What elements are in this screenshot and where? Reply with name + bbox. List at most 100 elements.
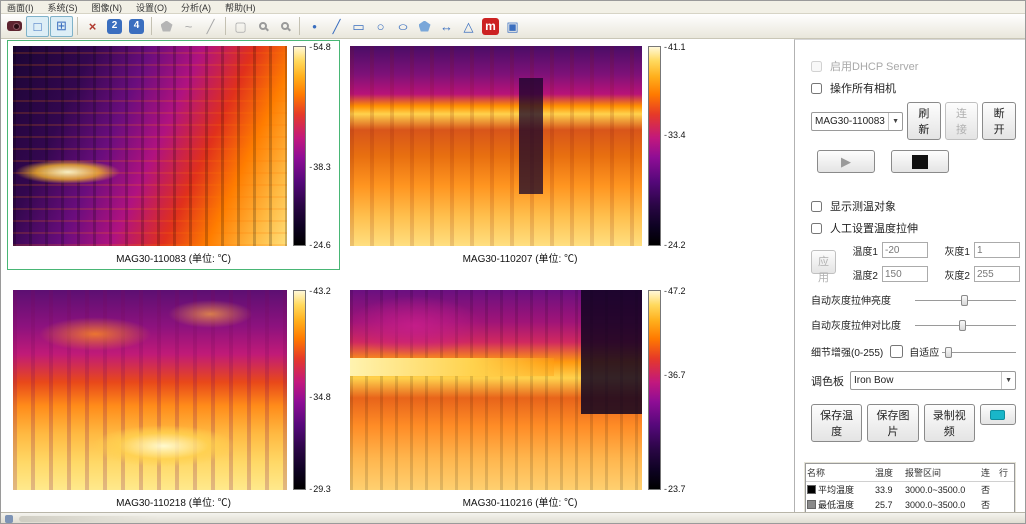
control-panel: 启用DHCP Server 操作所有相机 MAG30-110083 (19 ▼ … <box>794 39 1026 512</box>
temp1-label: 温度1 <box>844 243 878 258</box>
scale-min: 29.3 <box>309 484 331 494</box>
colorbar-1 <box>293 46 306 246</box>
chevron-down-icon: ▼ <box>1001 372 1012 389</box>
menu-bar: 画面(I) 系统(S) 图像(N) 设置(O) 分析(A) 帮助(H) <box>1 1 1025 14</box>
apply-button[interactable]: 应用 <box>811 250 836 274</box>
menu-system[interactable]: 系统(S) <box>48 1 78 14</box>
record-icon-button[interactable] <box>980 404 1016 425</box>
menu-help[interactable]: 帮助(H) <box>225 1 256 14</box>
zoom-out-icon[interactable] <box>274 16 295 36</box>
stop-button[interactable] <box>891 150 949 173</box>
line-tool-icon[interactable]: ╱ <box>326 16 347 36</box>
all-cameras-checkbox[interactable] <box>811 83 822 94</box>
thermal-image-3[interactable] <box>13 290 287 490</box>
camera-label-3: MAG30-110218 (单位: ℃) <box>8 494 339 509</box>
camera-label-2: MAG30-110207 (单位: ℃) <box>345 250 695 265</box>
camera-select[interactable]: MAG30-110083 (19 ▼ <box>811 112 903 131</box>
scale-min: 23.7 <box>664 484 686 494</box>
scale-max: 47.2 <box>664 286 686 296</box>
temp1-field[interactable] <box>882 242 928 258</box>
arrow-tool-icon[interactable]: ↔ <box>436 16 457 36</box>
status-icon <box>5 515 13 523</box>
gray2-label: 灰度2 <box>936 267 970 282</box>
color-swatch <box>807 500 816 509</box>
dhcp-label: 启用DHCP Server <box>830 58 918 74</box>
scale-mid: 38.3 <box>309 162 331 172</box>
ellipse-tool-icon[interactable]: ○ <box>392 16 413 36</box>
app-window: 画面(I) 系统(S) 图像(N) 设置(O) 分析(A) 帮助(H) □ ⊞ … <box>0 0 1026 524</box>
connect-button[interactable]: 连接 <box>945 102 979 140</box>
play-button[interactable]: ▶ <box>817 150 875 173</box>
record-icon <box>990 410 1005 420</box>
table-row[interactable]: 平均温度 33.9 3000.0~3500.0 否 <box>806 482 1014 498</box>
detail-slider[interactable] <box>942 346 1016 358</box>
gray1-field[interactable] <box>974 242 1020 258</box>
scale-min: 24.6 <box>309 240 331 250</box>
col-temp: 温度 <box>874 464 904 482</box>
table-row[interactable]: 最低温度 25.7 3000.0~3500.0 否 <box>806 497 1014 512</box>
fullscreen-icon[interactable]: × <box>82 16 103 36</box>
rect-tool-icon[interactable]: ▭ <box>348 16 369 36</box>
menu-screen[interactable]: 画面(I) <box>7 1 34 14</box>
thermal-panel-2[interactable]: 41.1 33.4 24.2 MAG30-110207 (单位: ℃) <box>345 41 695 269</box>
thermal-image-1[interactable] <box>13 46 287 246</box>
col-flag1: 连 <box>980 464 998 482</box>
view-quad-icon[interactable]: ⊞ <box>50 16 73 37</box>
scale-mid: 33.4 <box>664 130 686 140</box>
point-tool-icon[interactable]: • <box>304 16 325 36</box>
circle-tool-icon[interactable]: ○ <box>370 16 391 36</box>
thermal-panel-4[interactable]: 47.2 36.7 23.7 MAG30-110216 (单位: ℃) <box>345 285 695 512</box>
thermal-image-2[interactable] <box>350 46 642 246</box>
snapshot-icon[interactable]: ▣ <box>502 16 523 36</box>
four-window-icon[interactable]: 4 <box>126 16 147 36</box>
status-bar <box>1 512 1025 524</box>
two-window-icon[interactable]: 2 <box>104 16 125 36</box>
adaptive-checkbox[interactable] <box>890 345 903 358</box>
manual-stretch-checkbox[interactable] <box>811 223 822 234</box>
refresh-button[interactable]: 刷新 <box>907 102 941 140</box>
save-temperature-button[interactable]: 保存温度 <box>811 404 862 442</box>
view-single-icon[interactable]: □ <box>26 16 49 37</box>
magnity-logo-icon[interactable]: m <box>480 16 501 36</box>
all-cameras-label: 操作所有相机 <box>830 80 896 96</box>
dhcp-checkbox[interactable] <box>811 61 822 72</box>
stop-icon <box>912 155 928 169</box>
colorbar-2 <box>648 46 661 246</box>
triangle-tool-icon[interactable]: △ <box>458 16 479 36</box>
scale-max: 41.1 <box>664 42 686 52</box>
colorbar-4 <box>648 290 661 490</box>
temp2-label: 温度2 <box>844 267 878 282</box>
palette-select[interactable]: Iron Bow ▼ <box>850 371 1016 390</box>
auto-brightness-label: 自动灰度拉伸亮度 <box>811 292 915 307</box>
adaptive-label: 自适应 <box>909 344 939 359</box>
scale-mid: 36.7 <box>664 370 686 380</box>
curve-select-icon[interactable]: ~ <box>178 16 199 36</box>
zoom-in-icon[interactable] <box>252 16 273 36</box>
line-select-icon[interactable]: ╱ <box>200 16 221 36</box>
pan-tool-icon[interactable]: ▢ <box>230 16 251 36</box>
menu-settings[interactable]: 设置(O) <box>136 1 167 14</box>
show-objects-checkbox[interactable] <box>811 201 822 212</box>
chevron-down-icon: ▼ <box>888 113 899 130</box>
contrast-slider[interactable] <box>915 319 1016 331</box>
show-objects-label: 显示测温对象 <box>830 198 896 214</box>
menu-analysis[interactable]: 分析(A) <box>181 1 211 14</box>
scale-max: 43.2 <box>309 286 331 296</box>
thermal-panel-1[interactable]: 54.8 38.3 24.6 MAG30-110083 (单位: ℃) <box>8 41 339 269</box>
disconnect-button[interactable]: 断开 <box>982 102 1016 140</box>
gray2-field[interactable] <box>974 266 1020 282</box>
polygon-tool-icon[interactable] <box>414 16 435 36</box>
palette-label: 调色板 <box>811 373 844 389</box>
thermal-image-4[interactable] <box>350 290 642 490</box>
polygon-select-icon[interactable] <box>156 16 177 36</box>
camera-label-4: MAG30-110216 (单位: ℃) <box>345 494 695 509</box>
record-video-button[interactable]: 录制视频 <box>924 404 975 442</box>
color-swatch <box>807 485 816 494</box>
camera-icon[interactable] <box>4 16 25 36</box>
menu-image[interactable]: 图像(N) <box>92 1 123 14</box>
temp2-field[interactable] <box>882 266 928 282</box>
thermal-panel-3[interactable]: 43.2 34.8 29.3 MAG30-110218 (单位: ℃) <box>8 285 339 512</box>
brightness-slider[interactable] <box>915 294 1016 306</box>
scale-min: 24.2 <box>664 240 686 250</box>
save-image-button[interactable]: 保存图片 <box>867 404 918 442</box>
